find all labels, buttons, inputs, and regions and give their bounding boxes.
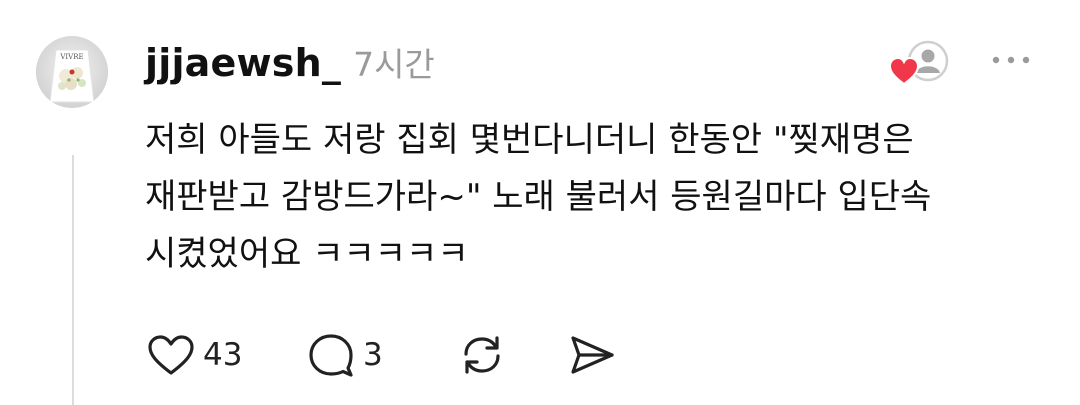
avatar-image: VIVRE: [36, 36, 108, 108]
post-body-text: 저희 아들도 저랑 집회 몇번다니더니 한동안 "찢재명은 재판받고 감방드가라…: [145, 120, 932, 274]
post-header: jjjaewsh_ 7시간: [145, 38, 435, 86]
send-icon: [571, 336, 614, 374]
username[interactable]: jjjaewsh_: [145, 41, 341, 85]
repost-icon: [464, 336, 500, 374]
liked-by-avatar-heart-icon[interactable]: [888, 40, 954, 90]
reply-count: 3: [363, 337, 383, 373]
avatar[interactable]: VIVRE: [36, 36, 108, 108]
reply-button[interactable]: 3: [307, 332, 457, 378]
thread-post: VIVRE jjjaewsh_ 7시간 저희 아들도 저랑 집회 몇번다니더니 …: [0, 0, 1080, 405]
more-dots-icon[interactable]: [990, 50, 1034, 70]
share-button[interactable]: [567, 332, 617, 378]
action-bar: 43 3: [147, 330, 617, 380]
repost-button[interactable]: [457, 332, 567, 378]
heart-icon: [148, 335, 194, 375]
like-button[interactable]: 43: [147, 333, 307, 377]
thread-line: [72, 155, 74, 405]
post-timestamp: 7시간: [353, 45, 435, 84]
speech-bubble-icon: [309, 334, 353, 377]
like-count: 43: [203, 337, 243, 373]
avatar-sticker-text: VIVRE: [59, 53, 83, 61]
